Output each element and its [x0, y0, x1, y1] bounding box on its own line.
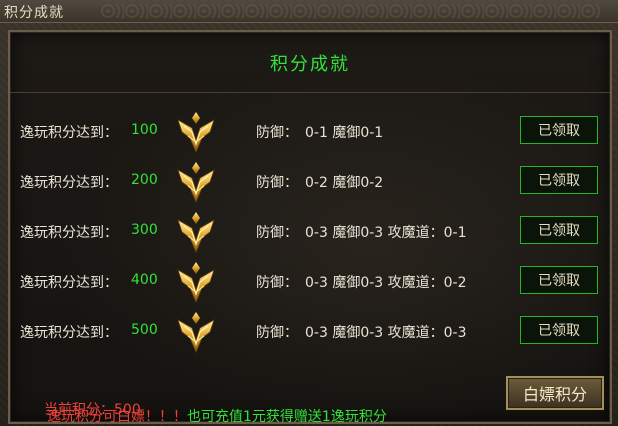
row-score: 500 — [131, 322, 158, 338]
gold-winged-medal-icon — [177, 262, 215, 304]
row-label: 逸玩积分达到： — [20, 325, 118, 341]
window-frame: 积分成就 积分成就 逸玩积分达到： 100 防御： 0-1 魔御0-1 已领取 — [0, 0, 618, 426]
title-bar[interactable]: 积分成就 — [0, 0, 618, 23]
claimed-button[interactable]: 已领取 — [520, 166, 598, 194]
reward-text: 0-3 魔御0-3 攻魔道：0-2 — [305, 275, 467, 291]
row-score: 100 — [131, 122, 158, 138]
achievement-row: 逸玩积分达到： 100 防御： 0-1 魔御0-1 已领取 — [10, 110, 610, 154]
reward-label: 防御： — [256, 225, 298, 241]
row-label: 逸玩积分达到： — [20, 275, 118, 291]
row-score: 400 — [131, 272, 158, 288]
gold-winged-medal-icon — [177, 162, 215, 204]
achievement-row: 逸玩积分达到： 300 防御： 0-3 魔御0-3 攻魔道：0-1 已领取 — [10, 210, 610, 254]
reward-label: 防御： — [256, 275, 298, 291]
reward-label: 防御： — [256, 125, 298, 141]
notice-green-text: 也可充值1元获得赠送1逸玩积分 — [187, 409, 387, 425]
claimed-button[interactable]: 已领取 — [520, 266, 598, 294]
row-score: 200 — [131, 172, 158, 188]
achievement-row: 逸玩积分达到： 400 防御： 0-3 魔御0-3 攻魔道：0-2 已领取 — [10, 260, 610, 304]
row-label: 逸玩积分达到： — [20, 175, 118, 191]
panel-title: 积分成就 — [270, 54, 350, 75]
reward-label: 防御： — [256, 175, 298, 191]
claimed-button[interactable]: 已领取 — [520, 116, 598, 144]
claimed-button[interactable]: 已领取 — [520, 316, 598, 344]
row-score: 300 — [131, 222, 158, 238]
achievement-row: 逸玩积分达到： 500 防御： 0-3 魔御0-3 攻魔道：0-3 已领取 — [10, 310, 610, 354]
achievement-panel: 积分成就 逸玩积分达到： 100 防御： 0-1 魔御0-1 已领取 逸玩积分达… — [8, 30, 612, 425]
current-score-label: 当前积分： — [44, 402, 114, 418]
achievement-row: 逸玩积分达到： 200 防御： 0-2 魔御0-2 已领取 — [10, 160, 610, 204]
row-label: 逸玩积分达到： — [20, 125, 118, 141]
current-score: 当前积分：500 — [44, 399, 141, 419]
reward-text: 0-3 魔御0-3 攻魔道：0-1 — [305, 225, 467, 241]
row-label: 逸玩积分达到： — [20, 225, 118, 241]
claimed-button[interactable]: 已领取 — [520, 216, 598, 244]
gold-winged-medal-icon — [177, 112, 215, 154]
claim-points-button[interactable]: 白嫖积分 — [506, 376, 604, 410]
reward-text: 0-1 魔御0-1 — [305, 125, 384, 141]
current-score-value: 500 — [114, 402, 141, 418]
reward-text: 0-3 魔御0-3 攻魔道：0-3 — [305, 325, 467, 341]
window-title: 积分成就 — [4, 5, 64, 21]
gold-winged-medal-icon — [177, 312, 215, 354]
gold-winged-medal-icon — [177, 212, 215, 254]
reward-text: 0-2 魔御0-2 — [305, 175, 384, 191]
panel-header: 积分成就 — [10, 32, 610, 93]
reward-label: 防御： — [256, 325, 298, 341]
title-ornament — [100, 4, 600, 18]
